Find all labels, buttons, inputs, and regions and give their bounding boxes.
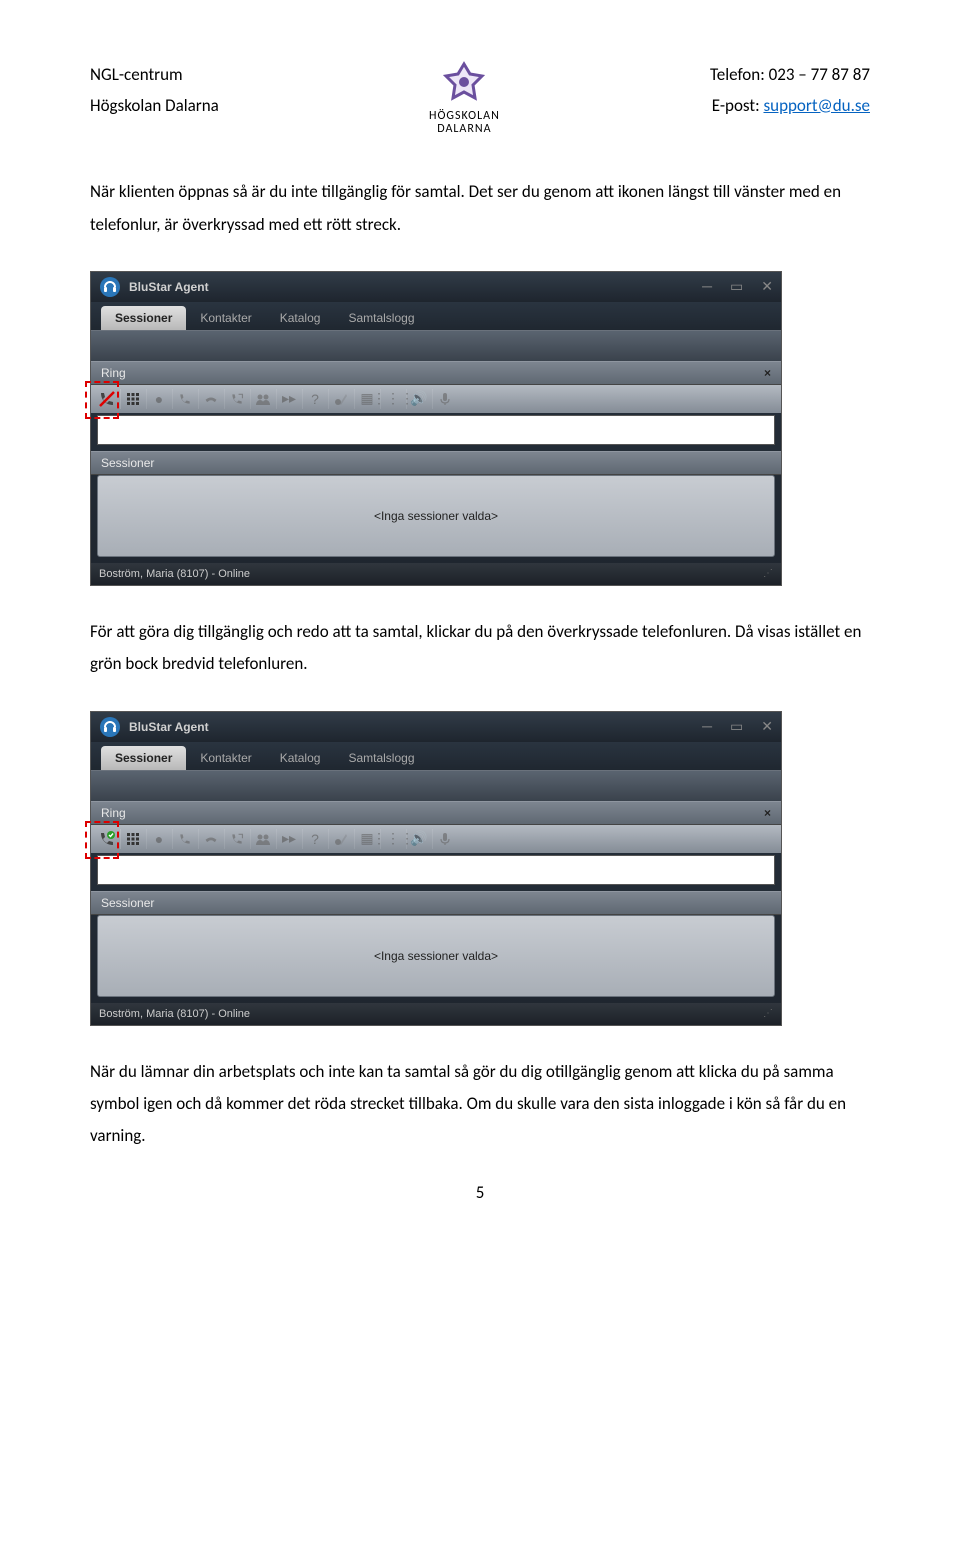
hangup-icon-2[interactable] [198, 829, 223, 849]
screenshot-1: BluStar Agent ─ ▭ ✕ Sessioner Kontakter … [90, 271, 870, 586]
logo-text: HÖGSKOLAN DALARNA [429, 110, 500, 136]
app-icon-2 [99, 716, 121, 738]
record-icon[interactable]: ● [146, 389, 171, 409]
sessions-empty-text-2: <Inga sessioner valda> [374, 949, 498, 963]
app-title-2: BluStar Agent [129, 720, 702, 734]
dalarna-logo-icon [440, 60, 488, 108]
dialpad-icon-2[interactable] [120, 829, 145, 849]
sessions-label-2: Sessioner [101, 896, 154, 910]
app-grid-icon[interactable]: ⋮⋮⋮ [380, 389, 405, 409]
tab-katalog-2[interactable]: Katalog [266, 746, 335, 770]
tab-katalog[interactable]: Katalog [266, 306, 335, 330]
status-text-2: Boström, Maria (8107) - Online [99, 1008, 250, 1020]
phone-availability-toggle[interactable] [95, 389, 119, 409]
tab-sessioner-2[interactable]: Sessioner [101, 746, 186, 770]
close-icon[interactable]: ✕ [761, 278, 773, 295]
resize-grip-icon[interactable]: ⋰ [763, 568, 773, 579]
dial-input[interactable] [97, 415, 775, 445]
titlebar: BluStar Agent ─ ▭ ✕ [91, 272, 781, 302]
blustar-window-2: BluStar Agent ─ ▭ ✕ Sessioner Kontakter … [90, 711, 782, 1026]
panel-spacer [91, 330, 781, 361]
call-icon[interactable] [172, 389, 197, 409]
tab-samtalslogg[interactable]: Samtalslogg [334, 306, 428, 330]
speaker-icon-2[interactable]: 🔊 [406, 829, 431, 849]
panel-spacer-2 [91, 770, 781, 801]
sessions-label: Sessioner [101, 456, 154, 470]
hangup-icon[interactable] [198, 389, 223, 409]
ring-section-header-2: Ring × [91, 801, 781, 825]
help-icon[interactable]: ? [302, 389, 327, 409]
titlebar-2: BluStar Agent ─ ▭ ✕ [91, 712, 781, 742]
tab-sessioner[interactable]: Sessioner [101, 306, 186, 330]
app-title: BluStar Agent [129, 280, 702, 294]
blustar-window: BluStar Agent ─ ▭ ✕ Sessioner Kontakter … [90, 271, 782, 586]
settings-icon[interactable] [328, 389, 353, 409]
transfer-icon-2[interactable] [224, 829, 249, 849]
ring-label: Ring [101, 366, 126, 380]
speaker-icon[interactable]: 🔊 [406, 389, 431, 409]
app-icon [99, 276, 121, 298]
status-bar-2: Boström, Maria (8107) - Online ⋰ [91, 1003, 781, 1025]
tab-kontakter-2[interactable]: Kontakter [186, 746, 265, 770]
record-icon-2[interactable]: ● [146, 829, 171, 849]
settings-icon-2[interactable] [328, 829, 353, 849]
app-grid-icon-2[interactable]: ⋮⋮⋮ [380, 829, 405, 849]
mic-icon-2[interactable] [432, 829, 457, 849]
support-email-link[interactable]: support@du.se [763, 95, 870, 116]
conference-icon-2[interactable] [250, 829, 275, 849]
org-name: Högskolan Dalarna [90, 91, 219, 122]
call-icon-2[interactable] [172, 829, 197, 849]
document-header: NGL-centrum Högskolan Dalarna HÖGSKOLAN … [90, 60, 870, 136]
tab-kontakter[interactable]: Kontakter [186, 306, 265, 330]
status-bar: Boström, Maria (8107) - Online ⋰ [91, 563, 781, 585]
page-number: 5 [90, 1182, 870, 1203]
phone-line: Telefon: 023 – 77 87 87 [710, 60, 870, 91]
body-paragraph-3: När du lämnar din arbetsplats och inte k… [90, 1056, 870, 1153]
forward-icon[interactable]: ▸▸ [276, 389, 301, 409]
body-paragraph-2: För att göra dig tillgänglig och redo at… [90, 616, 870, 681]
minimize-icon-2[interactable]: ─ [702, 718, 712, 735]
ring-section-header: Ring × [91, 361, 781, 385]
ring-toolbar-2: ● ▸▸ ? ▦ ⋮⋮⋮ 🔊 [91, 825, 781, 853]
tabs-row: Sessioner Kontakter Katalog Samtalslogg [91, 302, 781, 330]
dial-input-2[interactable] [97, 855, 775, 885]
status-text: Boström, Maria (8107) - Online [99, 568, 250, 580]
header-right: Telefon: 023 – 77 87 87 E-post: support@… [710, 60, 870, 121]
help-icon-2[interactable]: ? [302, 829, 327, 849]
ring-close-icon-2[interactable]: × [764, 806, 771, 820]
dialpad-icon[interactable] [120, 389, 145, 409]
maximize-icon-2[interactable]: ▭ [730, 718, 743, 735]
ring-toolbar: ● ▸▸ ? ▦ ⋮⋮⋮ 🔊 [91, 385, 781, 413]
mic-icon[interactable] [432, 389, 457, 409]
ring-label-2: Ring [101, 806, 126, 820]
org-unit: NGL-centrum [90, 60, 219, 91]
maximize-icon[interactable]: ▭ [730, 278, 743, 295]
sessions-section-header-2: Sessioner [91, 891, 781, 915]
sessions-empty: <Inga sessioner valda> [97, 475, 775, 557]
sessions-section-header: Sessioner [91, 451, 781, 475]
sessions-empty-text: <Inga sessioner valda> [374, 509, 498, 523]
tabs-row-2: Sessioner Kontakter Katalog Samtalslogg [91, 742, 781, 770]
forward-icon-2[interactable]: ▸▸ [276, 829, 301, 849]
header-left: NGL-centrum Högskolan Dalarna [90, 60, 219, 121]
body-paragraph-1: När klienten öppnas så är du inte tillgä… [90, 176, 870, 241]
email-line: E-post: support@du.se [710, 91, 870, 122]
close-icon-2[interactable]: ✕ [761, 718, 773, 735]
phone-availability-toggle-2[interactable] [95, 829, 119, 849]
conference-icon[interactable] [250, 389, 275, 409]
sessions-empty-2: <Inga sessioner valda> [97, 915, 775, 997]
minimize-icon[interactable]: ─ [702, 278, 712, 295]
resize-grip-icon-2[interactable]: ⋰ [763, 1008, 773, 1019]
transfer-icon[interactable] [224, 389, 249, 409]
tab-samtalslogg-2[interactable]: Samtalslogg [334, 746, 428, 770]
ring-close-icon[interactable]: × [764, 366, 771, 380]
screenshot-2: BluStar Agent ─ ▭ ✕ Sessioner Kontakter … [90, 711, 870, 1026]
header-logo-block: HÖGSKOLAN DALARNA [429, 60, 500, 136]
